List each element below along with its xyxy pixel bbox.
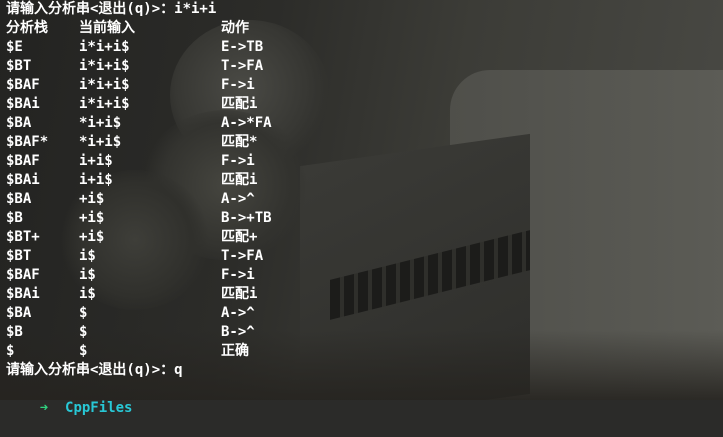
cell-input: i*i+i$: [79, 77, 130, 93]
table-row: $B +i$ B->+TB: [6, 209, 717, 228]
cell-action: 匹配i: [221, 286, 258, 302]
cell-stack: $B: [6, 210, 23, 226]
cell-input: i$: [79, 267, 96, 283]
cell-input: +i$: [79, 229, 105, 245]
table-row: $BT i*i+i$ T->FA: [6, 57, 717, 76]
cell-input: i*i+i$: [79, 96, 130, 112]
current-directory: CppFiles: [65, 400, 133, 416]
cell-stack: $BAi: [6, 96, 40, 112]
cell-action: A->^: [221, 191, 255, 207]
cell-input: i$: [79, 248, 96, 264]
cell-stack: $BA: [6, 305, 32, 321]
shell-prompt[interactable]: ➜ CppFiles: [6, 380, 717, 416]
cell-input: i*i+i$: [79, 39, 130, 55]
cell-action: B->+TB: [221, 210, 272, 226]
cell-stack: $BA: [6, 191, 32, 207]
cell-stack: $B: [6, 324, 23, 340]
cell-input: $: [79, 324, 88, 340]
cell-input: i+i$: [79, 172, 113, 188]
table-row: $BAi i*i+i$ 匹配i: [6, 95, 717, 114]
prompt-arrow-icon: ➜: [39, 400, 49, 416]
cell-stack: $BAF*: [6, 134, 49, 150]
table-row: $BT+ +i$ 匹配+: [6, 228, 717, 247]
table-row: $BAi i+i$ 匹配i: [6, 171, 717, 190]
table-row: $BA *i+i$ A->*FA: [6, 114, 717, 133]
cell-input: $: [79, 305, 88, 321]
cell-stack: $BAF: [6, 267, 40, 283]
table-row: $B $ B->^: [6, 323, 717, 342]
cell-action: A->^: [221, 305, 255, 321]
table-row: $E i*i+i$ E->TB: [6, 38, 717, 57]
cell-stack: $BT: [6, 58, 32, 74]
header-action: 动作: [221, 20, 249, 36]
cell-action: 匹配*: [221, 134, 258, 150]
cell-stack: $BA: [6, 115, 32, 131]
cell-action: 匹配i: [221, 172, 258, 188]
cell-input: *i+i$: [79, 115, 122, 131]
table-row: $BA $ A->^: [6, 304, 717, 323]
table-row: $BAF i*i+i$ F->i: [6, 76, 717, 95]
table-header-row: 分析栈 当前输入 动作: [6, 19, 717, 38]
cell-stack: $BT: [6, 248, 32, 264]
input-prompt-line: 请输入分析串<退出(q)>：i*i+i: [6, 1, 217, 17]
cell-action: A->*FA: [221, 115, 272, 131]
header-input: 当前输入: [79, 20, 135, 36]
cell-action: F->i: [221, 267, 255, 283]
cell-action: B->^: [221, 324, 255, 340]
quit-prompt-line: 请输入分析串<退出(q)>：q: [6, 362, 183, 378]
cell-action: E->TB: [221, 39, 264, 55]
cell-action: 匹配i: [221, 96, 258, 112]
table-row: $BAi i$ 匹配i: [6, 285, 717, 304]
table-row: $BAF i$ F->i: [6, 266, 717, 285]
cell-stack: $BAF: [6, 153, 40, 169]
header-stack: 分析栈: [6, 20, 48, 36]
cell-input: +i$: [79, 210, 105, 226]
table-row: $BT i$ T->FA: [6, 247, 717, 266]
cell-input: +i$: [79, 191, 105, 207]
cell-input: i+i$: [79, 153, 113, 169]
cell-input: i$: [79, 286, 96, 302]
cell-stack: $BT+: [6, 229, 40, 245]
cell-action: T->FA: [221, 248, 264, 264]
cell-input: $: [79, 343, 88, 359]
cell-action: F->i: [221, 153, 255, 169]
table-row: $BA +i$ A->^: [6, 190, 717, 209]
table-row: $BAF i+i$ F->i: [6, 152, 717, 171]
cell-action: F->i: [221, 77, 255, 93]
cell-stack: $: [6, 343, 15, 359]
cell-action: 正确: [221, 343, 249, 359]
table-row: $BAF* *i+i$ 匹配*: [6, 133, 717, 152]
cell-stack: $BAi: [6, 286, 40, 302]
cell-input: i*i+i$: [79, 58, 130, 74]
cell-input: *i+i$: [79, 134, 122, 150]
table-row: $ $ 正确: [6, 342, 717, 361]
cell-action: 匹配+: [221, 229, 258, 245]
cell-action: T->FA: [221, 58, 264, 74]
terminal-output[interactable]: 请输入分析串<退出(q)>：i*i+i 分析栈 当前输入 动作 $E i*i+i…: [6, 0, 717, 416]
cell-stack: $BAF: [6, 77, 40, 93]
cell-stack: $E: [6, 39, 23, 55]
cell-stack: $BAi: [6, 172, 40, 188]
